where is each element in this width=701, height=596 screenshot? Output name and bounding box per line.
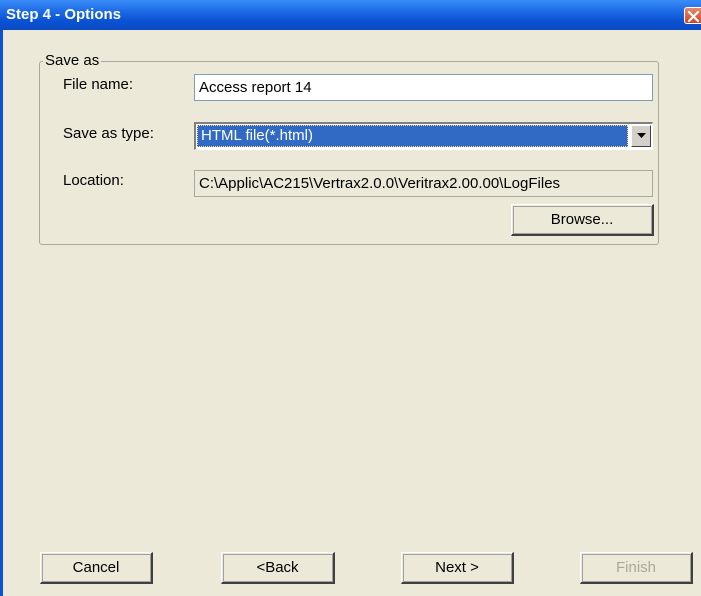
save-as-legend: Save as	[43, 52, 102, 69]
save-as-type-label: Save as type:	[63, 125, 154, 142]
back-label: <Back	[256, 559, 299, 576]
close-button[interactable]	[684, 7, 701, 24]
location-label: Location:	[63, 172, 124, 189]
back-button[interactable]: <Back	[221, 552, 335, 584]
dropdown-arrow-icon	[637, 133, 646, 138]
location-field: C:\Applic\AC215\Vertrax2.0.0\Veritrax2.0…	[194, 170, 653, 197]
cancel-button[interactable]: Cancel	[40, 552, 153, 584]
finish-label: Finish	[615, 559, 656, 576]
next-button[interactable]: Next >	[401, 552, 514, 584]
window-title: Step 4 - Options	[6, 6, 122, 23]
file-name-label: File name:	[63, 76, 134, 93]
browse-button[interactable]: Browse...	[511, 204, 654, 236]
window-frame	[0, 30, 3, 596]
save-as-type-select[interactable]: HTML file(*.html)	[194, 122, 653, 150]
finish-button: Finish	[580, 552, 693, 584]
cancel-label: Cancel	[72, 559, 120, 576]
close-icon	[687, 10, 700, 23]
save-as-type-value: HTML file(*.html)	[197, 125, 628, 147]
file-name-input[interactable]: Access report 14	[194, 74, 653, 101]
dropdown-button[interactable]	[631, 125, 651, 147]
title-bar: Step 4 - Options	[0, 0, 701, 30]
browse-label: Browse...	[550, 211, 614, 228]
next-label: Next >	[435, 559, 479, 576]
